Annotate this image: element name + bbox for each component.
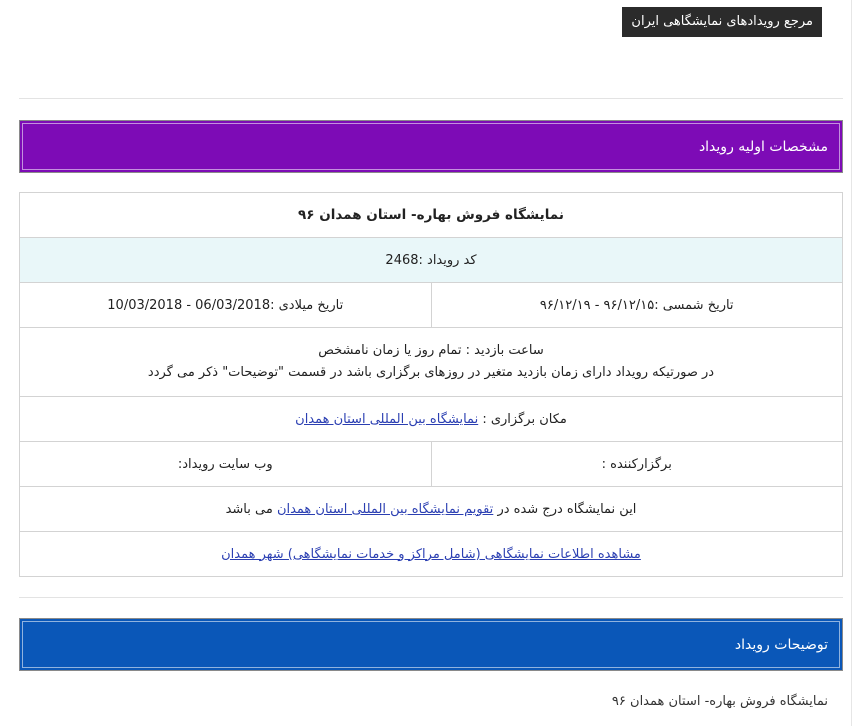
event-info-table: نمایشگاه فروش بهاره- استان همدان ۹۶ کد ر…: [19, 192, 843, 577]
page: مرجع رویدادهای نمایشگاهی ایران مشخصات او…: [0, 0, 864, 726]
venue-link[interactable]: نمایشگاه بین المللی استان همدان: [295, 412, 478, 427]
calendar-link[interactable]: تقویم نمایشگاه بین المللی استان همدان: [277, 502, 493, 517]
visit-hours-text: ساعت بازدید : تمام روز یا زمان نامشخص: [318, 343, 544, 358]
description-text: نمایشگاه فروش بهاره- استان همدان ۹۶: [611, 694, 828, 709]
city-info-row: مشاهده اطلاعات نمایشگاهی (شامل مراکز و خ…: [19, 531, 843, 577]
visit-hours-row: ساعت بازدید : تمام روز یا زمان نامشخص در…: [19, 327, 843, 397]
header-inner-border: [22, 621, 840, 668]
venue-label: مکان برگزاری :: [482, 411, 567, 427]
divider: [19, 597, 843, 598]
calendar-row: این نمایشگاه درج شده در تقویم نمایشگاه ب…: [19, 486, 843, 532]
website-cell: وب سایت رویداد:: [19, 441, 432, 487]
city-info-link[interactable]: مشاهده اطلاعات نمایشگاهی (شامل مراکز و خ…: [221, 547, 641, 562]
event-code-value: 2468: [385, 252, 419, 268]
basic-info-title: مشخصات اولیه رویداد: [698, 138, 828, 155]
divider: [19, 98, 843, 99]
site-tag[interactable]: مرجع رویدادهای نمایشگاهی ایران: [622, 7, 822, 37]
city-info-cell: مشاهده اطلاعات نمایشگاهی (شامل مراکز و خ…: [19, 531, 843, 577]
organizer-cell: برگزارکننده :: [430, 441, 843, 487]
event-title: نمایشگاه فروش بهاره- استان همدان ۹۶: [19, 192, 843, 238]
event-dates-row: تاریخ شمسی :۹۶/۱۲/۱۵ - ۹۶/۱۲/۱۹ تاریخ می…: [19, 282, 843, 328]
description-title: توضیحات رویداد: [734, 636, 828, 653]
shamsi-date-value: ۹۶/۱۲/۱۵ - ۹۶/۱۲/۱۹: [539, 297, 655, 313]
calendar-prefix: این نمایشگاه درج شده در: [497, 501, 637, 517]
shamsi-date-cell: تاریخ شمسی :۹۶/۱۲/۱۵ - ۹۶/۱۲/۱۹: [430, 282, 843, 328]
description-header: توضیحات رویداد: [19, 618, 843, 671]
event-code-row: کد رویداد :2468: [19, 237, 843, 283]
organizer-label: برگزارکننده :: [601, 456, 672, 472]
visit-hours-note: در صورتیکه رویداد دارای زمان بازدید متغی…: [147, 365, 715, 380]
scrollbar-thumb[interactable]: [855, 0, 862, 180]
miladi-date-value: 10/03/2018 - 06/03/2018: [107, 297, 271, 313]
venue-row: مکان برگزاری : نمایشگاه بین المللی استان…: [19, 396, 843, 442]
basic-info-header: مشخصات اولیه رویداد: [19, 120, 843, 173]
website-label: وب سایت رویداد:: [177, 456, 273, 472]
organizer-row: برگزارکننده : وب سایت رویداد:: [19, 441, 843, 487]
visit-hours-cell: ساعت بازدید : تمام روز یا زمان نامشخص در…: [19, 327, 843, 397]
miladi-date-label: تاریخ میلادی :: [270, 297, 344, 313]
miladi-date-cell: تاریخ میلادی :10/03/2018 - 06/03/2018: [19, 282, 432, 328]
event-code-cell: کد رویداد :2468: [19, 237, 843, 283]
calendar-suffix: می باشد: [225, 501, 273, 517]
scrollbar[interactable]: [851, 0, 864, 726]
venue-cell: مکان برگزاری : نمایشگاه بین المللی استان…: [19, 396, 843, 442]
calendar-cell: این نمایشگاه درج شده در تقویم نمایشگاه ب…: [19, 486, 843, 532]
event-title-row: نمایشگاه فروش بهاره- استان همدان ۹۶: [19, 192, 843, 238]
event-code-label: کد رویداد :: [418, 252, 477, 268]
shamsi-date-label: تاریخ شمسی :: [654, 297, 734, 313]
